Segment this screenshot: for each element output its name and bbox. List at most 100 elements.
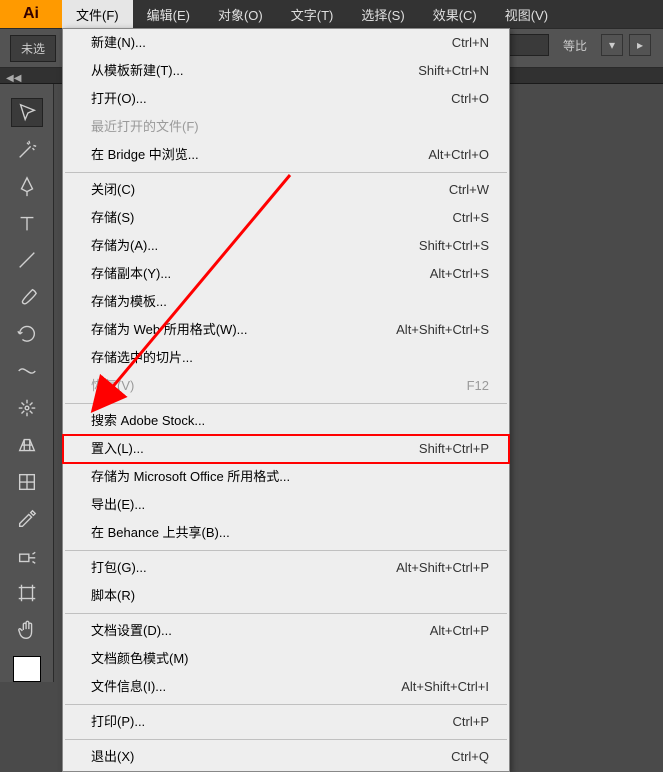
menu-item-label: 存储选中的切片... xyxy=(91,348,193,368)
menu-item-shortcut: F12 xyxy=(467,376,489,396)
menu-item-label: 退出(X) xyxy=(91,747,134,767)
menu-item-label: 存储为 Microsoft Office 所用格式... xyxy=(91,467,290,487)
menu-item-label: 置入(L)... xyxy=(91,439,144,459)
menu-item-shortcut: Ctrl+O xyxy=(451,89,489,109)
menu-item-label: 新建(N)... xyxy=(91,33,146,53)
menu-item[interactable]: 存储为 Web 所用格式(W)... Alt+Shift+Ctrl+S xyxy=(63,316,509,344)
toolbox xyxy=(0,84,54,682)
menu-item-shortcut: Shift+Ctrl+S xyxy=(419,236,489,256)
menu-item[interactable]: 打印(P)... Ctrl+P xyxy=(63,708,509,736)
menu-item[interactable]: 导出(E)... xyxy=(63,491,509,519)
menu-item[interactable]: 文档设置(D)... Alt+Ctrl+P xyxy=(63,617,509,645)
menubar: Ai 文件(F)编辑(E)对象(O)文字(T)选择(S)效果(C)视图(V) xyxy=(0,0,663,28)
magic-wand-tool[interactable] xyxy=(11,135,43,164)
menu-item[interactable]: 从模板新建(T)...Shift+Ctrl+N xyxy=(63,57,509,85)
menu-item-label: 存储为 Web 所用格式(W)... xyxy=(91,320,247,340)
menu-item-shortcut: Alt+Shift+Ctrl+P xyxy=(396,558,489,578)
menu-5[interactable]: 效果(C) xyxy=(419,0,491,28)
menu-item[interactable]: 打开(O)... Ctrl+O xyxy=(63,85,509,113)
menu-item: 最近打开的文件(F) xyxy=(63,113,509,141)
menu-item-label: 打包(G)... xyxy=(91,558,147,578)
menu-item[interactable]: 新建(N)...Ctrl+N xyxy=(63,29,509,57)
menu-separator xyxy=(65,613,507,614)
app-icon: Ai xyxy=(0,0,62,28)
fill-swatch[interactable] xyxy=(13,656,41,682)
ratio-dropdown[interactable]: ▾ xyxy=(601,34,623,56)
menu-item-label: 存储为(A)... xyxy=(91,236,158,256)
menu-item[interactable]: 搜索 Adobe Stock... xyxy=(63,407,509,435)
menu-item-label: 脚本(R) xyxy=(91,586,135,606)
menu-item-label: 文档颜色模式(M) xyxy=(91,649,189,669)
pen-tool[interactable] xyxy=(11,172,43,201)
menu-item[interactable]: 存储为(A)... Shift+Ctrl+S xyxy=(63,232,509,260)
rotate-tool[interactable] xyxy=(11,320,43,349)
menu-item-shortcut: Ctrl+Q xyxy=(451,747,489,767)
menu-item[interactable]: 存储为模板... xyxy=(63,288,509,316)
menu-item-label: 打印(P)... xyxy=(91,712,145,732)
type-tool[interactable] xyxy=(11,209,43,238)
menu-item-shortcut: Alt+Ctrl+O xyxy=(428,145,489,165)
menu-item-label: 存储副本(Y)... xyxy=(91,264,171,284)
menu-item-shortcut: Ctrl+P xyxy=(453,712,489,732)
menu-item[interactable]: 存储(S) Ctrl+S xyxy=(63,204,509,232)
perspective-tool[interactable] xyxy=(11,431,43,460)
menu-item-label: 存储为模板... xyxy=(91,292,167,312)
menu-item[interactable]: 在 Bridge 中浏览... Alt+Ctrl+O xyxy=(63,141,509,169)
menu-item[interactable]: 在 Behance 上共享(B)... xyxy=(63,519,509,547)
menu-item-label: 恢复(V) xyxy=(91,376,134,396)
artboard-tool[interactable] xyxy=(11,579,43,608)
menu-item[interactable]: 文档颜色模式(M) xyxy=(63,645,509,673)
menu-6[interactable]: 视图(V) xyxy=(491,0,562,28)
menu-separator xyxy=(65,172,507,173)
menu-item: 恢复(V) F12 xyxy=(63,372,509,400)
menu-item-shortcut: Ctrl+S xyxy=(453,208,489,228)
no-selection-label: 未选 xyxy=(10,35,56,62)
options-extra-btn[interactable]: ▸ xyxy=(629,34,651,56)
menu-item[interactable]: 存储选中的切片... xyxy=(63,344,509,372)
menu-item-shortcut: Ctrl+W xyxy=(449,180,489,200)
menu-item[interactable]: 打包(G)... Alt+Shift+Ctrl+P xyxy=(63,554,509,582)
menu-item[interactable]: 关闭(C) Ctrl+W xyxy=(63,176,509,204)
menu-item[interactable]: 置入(L)... Shift+Ctrl+P xyxy=(63,435,509,463)
selection-tool[interactable] xyxy=(11,98,43,127)
collapse-arrows-icon[interactable]: ◀◀ xyxy=(0,73,21,84)
free-transform-tool[interactable] xyxy=(11,394,43,423)
menu-item-label: 文档设置(D)... xyxy=(91,621,172,641)
menu-item-label: 最近打开的文件(F) xyxy=(91,117,199,137)
menu-0[interactable]: 文件(F) xyxy=(62,0,133,28)
menu-4[interactable]: 选择(S) xyxy=(347,0,418,28)
menu-item-shortcut: Shift+Ctrl+P xyxy=(419,439,489,459)
menu-item-shortcut: Alt+Ctrl+P xyxy=(430,621,489,641)
hand-tool[interactable] xyxy=(11,616,43,645)
menu-item-shortcut: Alt+Shift+Ctrl+S xyxy=(396,320,489,340)
menu-item[interactable]: 退出(X) Ctrl+Q xyxy=(63,743,509,771)
symbol-sprayer-tool[interactable] xyxy=(11,542,43,571)
menu-item-label: 导出(E)... xyxy=(91,495,145,515)
menu-3[interactable]: 文字(T) xyxy=(277,0,348,28)
menu-1[interactable]: 编辑(E) xyxy=(133,0,204,28)
mesh-tool[interactable] xyxy=(11,468,43,497)
menu-item[interactable]: 存储副本(Y)...Alt+Ctrl+S xyxy=(63,260,509,288)
line-tool[interactable] xyxy=(11,246,43,275)
menu-item[interactable]: 存储为 Microsoft Office 所用格式... xyxy=(63,463,509,491)
menu-separator xyxy=(65,550,507,551)
menu-item-shortcut: Alt+Shift+Ctrl+I xyxy=(401,677,489,697)
file-menu-dropdown: 新建(N)...Ctrl+N从模板新建(T)...Shift+Ctrl+N打开(… xyxy=(62,28,510,772)
paintbrush-tool[interactable] xyxy=(11,283,43,312)
menu-separator xyxy=(65,704,507,705)
ratio-label: 等比 xyxy=(555,37,595,54)
menu-item-label: 文件信息(I)... xyxy=(91,677,166,697)
menu-2[interactable]: 对象(O) xyxy=(204,0,277,28)
menu-item-label: 在 Behance 上共享(B)... xyxy=(91,523,230,543)
menu-item[interactable]: 文件信息(I)... Alt+Shift+Ctrl+I xyxy=(63,673,509,701)
menu-separator xyxy=(65,403,507,404)
menu-item[interactable]: 脚本(R) xyxy=(63,582,509,610)
menu-separator xyxy=(65,739,507,740)
menu-item-label: 在 Bridge 中浏览... xyxy=(91,145,199,165)
menu-item-label: 存储(S) xyxy=(91,208,134,228)
menu-item-label: 关闭(C) xyxy=(91,180,135,200)
width-tool[interactable] xyxy=(11,357,43,386)
eyedropper-tool[interactable] xyxy=(11,505,43,534)
menu-item-label: 打开(O)... xyxy=(91,89,147,109)
menu-item-shortcut: Shift+Ctrl+N xyxy=(418,61,489,81)
